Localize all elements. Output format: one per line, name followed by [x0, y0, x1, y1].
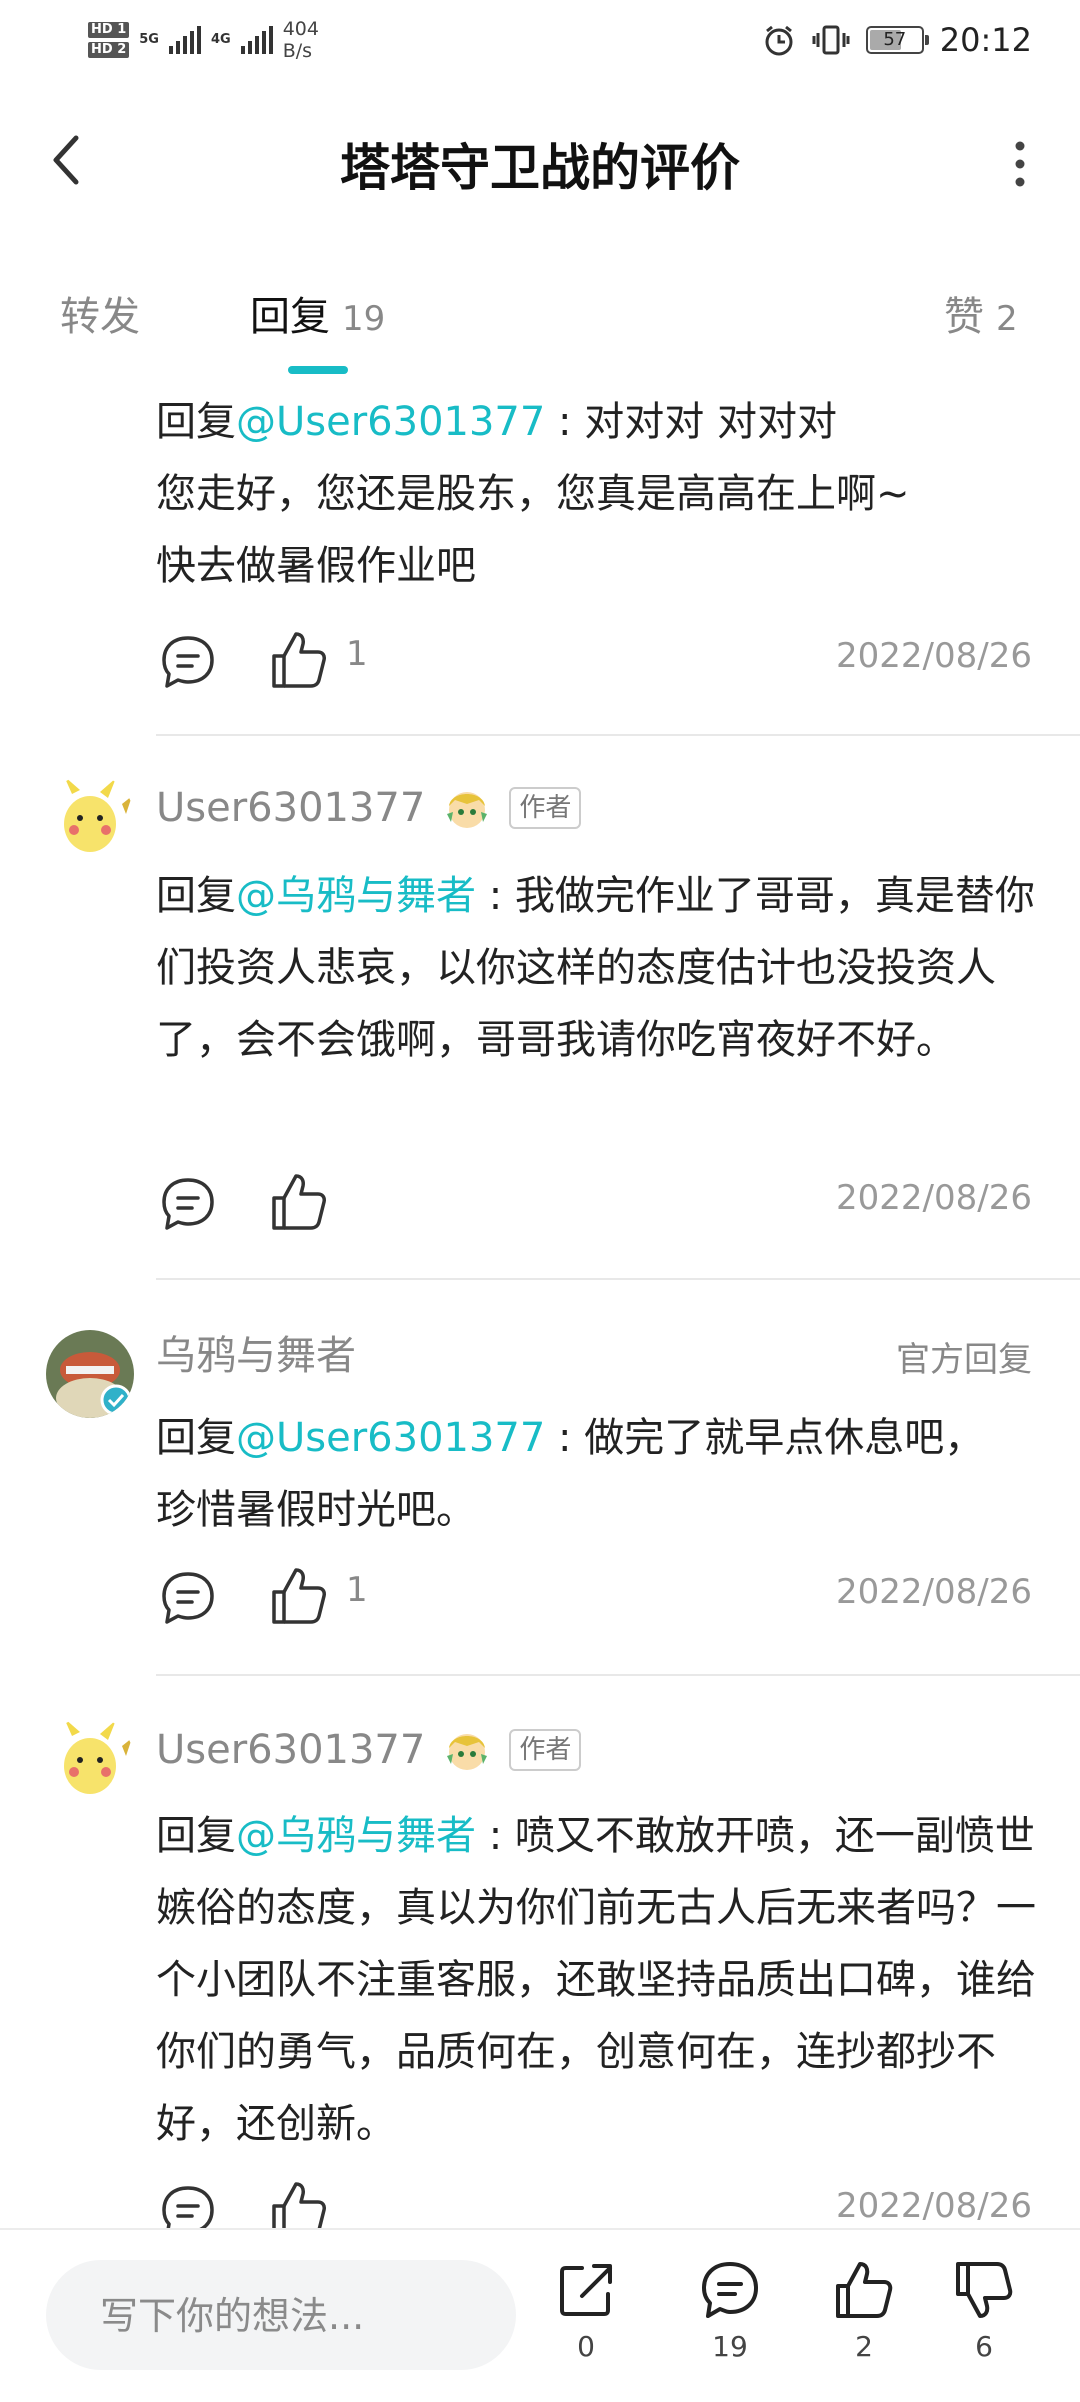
username[interactable]: User6301377	[156, 785, 425, 831]
author-tag: 作者	[509, 1729, 582, 1771]
share-icon	[560, 2264, 612, 2316]
thumbs-up-icon[interactable]	[266, 1170, 330, 1234]
author-tag: 作者	[509, 787, 582, 829]
reply-actions: 1 2022/08/26	[156, 622, 1036, 702]
thumbs-up-icon[interactable]	[266, 2178, 330, 2228]
like-count: 2	[855, 2330, 873, 2363]
user-row: 乌鸦与舞者	[156, 1324, 356, 1380]
comment-input[interactable]	[98, 2260, 502, 2372]
dislike-count: 6	[975, 2330, 993, 2363]
more-options-button[interactable]	[1000, 134, 1040, 194]
tab-likes[interactable]: 赞2	[944, 284, 1018, 342]
divider	[156, 1278, 1080, 1280]
reply-actions: 2022/08/26	[156, 1164, 1036, 1244]
like-button[interactable]: 2	[814, 2258, 914, 2388]
network-speed-unit: B/s	[282, 40, 313, 62]
battery-level: 57	[883, 29, 907, 50]
battery-indicator: 57	[865, 26, 929, 54]
reply-date: 2022/08/26	[836, 2186, 1032, 2226]
bottom-action-bar: 0 19 2 6	[0, 2228, 1080, 2402]
avatar[interactable]	[46, 774, 134, 862]
vibrate-icon	[812, 25, 850, 55]
tab-replies-count: 19	[342, 299, 386, 339]
alarm-icon	[765, 25, 793, 56]
status-bar: HD 1 HD 2 5G 4G 404 B/s 57 20:12	[0, 0, 1080, 80]
sim-indicators: HD 1 HD 2	[88, 22, 130, 58]
official-reply-label: 官方回复	[896, 1340, 1032, 1380]
user-row: User6301377 作者	[156, 1722, 582, 1778]
comment-input-container[interactable]	[46, 2260, 516, 2372]
pikachu-avatar-icon	[46, 1716, 134, 1804]
comments-button[interactable]: 19	[680, 2258, 780, 2388]
reply-text: : 喷又不敢放开喷，还一副愤世嫉俗的态度，真以为你们前无古人后无来者吗？一个小团…	[156, 1813, 1036, 2147]
comment-icon[interactable]	[156, 2180, 220, 2228]
reply-body: 回复@乌鸦与舞者 : 喷又不敢放开喷，还一副愤世嫉俗的态度，真以为你们前无古人后…	[156, 1800, 1036, 2160]
reply-prefix: 回复	[156, 399, 236, 445]
reply-body: 回复@User6301377 : 对对对 对对对 您走好，您还是股东，您真是高高…	[156, 386, 1036, 602]
app-header: 塔塔守卫战的评价	[0, 90, 1080, 230]
more-vertical-icon	[1015, 141, 1025, 187]
comment-icon[interactable]	[156, 630, 220, 694]
mention-link[interactable]: @乌鸦与舞者	[236, 873, 476, 919]
tab-bar: 转发 回复 19 赞2	[0, 270, 1080, 374]
comment-icon	[702, 2262, 758, 2318]
author-character-badge-icon	[447, 792, 488, 828]
divider	[156, 1674, 1080, 1676]
network-type-2: 4G	[210, 32, 231, 47]
user-row: User6301377 作者	[156, 780, 582, 836]
thumbs-down-icon	[956, 2262, 1013, 2318]
mention-link[interactable]: @User6301377	[236, 1415, 545, 1461]
status-right: 57 20:12	[762, 16, 1032, 64]
reply-date: 2022/08/26	[836, 1572, 1032, 1612]
reply-list[interactable]: 回复@User6301377 : 对对对 对对对 您走好，您还是股东，您真是高高…	[0, 372, 1080, 2228]
mention-link[interactable]: @乌鸦与舞者	[236, 1813, 476, 1859]
reply-prefix: 回复	[156, 1415, 236, 1461]
network-speed: 404 B/s	[283, 18, 319, 62]
page-title: 塔塔守卫战的评价	[340, 139, 740, 197]
thumbs-up-icon[interactable]	[266, 1564, 330, 1628]
reply-prefix: 回复	[156, 873, 236, 919]
comment-icon[interactable]	[156, 1566, 220, 1630]
comment-icon[interactable]	[156, 1172, 220, 1236]
tab-likes-count: 2	[996, 299, 1018, 339]
tab-repost-label: 转发	[60, 294, 140, 340]
reply-body: 回复@乌鸦与舞者 : 我做完作业了哥哥，真是替你们投资人悲哀，以你这样的态度估计…	[156, 860, 1036, 1076]
dislike-button[interactable]: 6	[934, 2258, 1034, 2388]
thumbs-up-icon	[836, 2262, 893, 2318]
thumbs-up-icon[interactable]	[266, 628, 330, 692]
tab-repost[interactable]: 转发	[60, 284, 140, 342]
tab-replies-label: 回复	[250, 294, 330, 340]
clock: 20:12	[939, 21, 1032, 59]
author-character-badge-icon	[447, 1734, 488, 1770]
share-button[interactable]: 0	[536, 2258, 636, 2388]
sim1-hd-badge: HD 1	[88, 22, 130, 38]
reply-actions: 1 2022/08/26	[156, 1558, 1036, 1638]
status-left: HD 1 HD 2 5G 4G 404 B/s	[88, 12, 319, 68]
reply-date: 2022/08/26	[836, 636, 1032, 676]
network-type-1: 5G	[139, 32, 159, 47]
network-speed-value: 404	[282, 18, 319, 40]
reply-body: 回复@User6301377 : 做完了就早点休息吧， 珍惜暑假时光吧。	[156, 1402, 1036, 1546]
share-count: 0	[577, 2330, 595, 2363]
username[interactable]: User6301377	[156, 1727, 425, 1773]
like-count: 1	[346, 634, 368, 674]
tab-likes-label: 赞	[944, 294, 984, 340]
divider	[156, 734, 1080, 736]
sim2-hd-badge: HD 2	[88, 42, 130, 58]
avatar[interactable]	[46, 1716, 134, 1804]
reply-actions: 2022/08/26	[156, 2172, 1036, 2228]
username[interactable]: 乌鸦与舞者	[156, 1323, 356, 1381]
reply-prefix: 回复	[156, 1813, 236, 1859]
signal-strength-1-icon	[168, 26, 201, 54]
pikachu-avatar-icon	[46, 774, 134, 862]
reply-date: 2022/08/26	[836, 1178, 1032, 1218]
tab-replies[interactable]: 回复 19	[250, 284, 385, 342]
signal-strength-2-icon	[240, 26, 273, 54]
avatar[interactable]	[46, 1330, 134, 1418]
mention-link[interactable]: @User6301377	[236, 399, 545, 445]
official-avatar-icon	[46, 1330, 134, 1418]
comment-count: 19	[712, 2330, 748, 2363]
like-count: 1	[346, 1570, 368, 1610]
